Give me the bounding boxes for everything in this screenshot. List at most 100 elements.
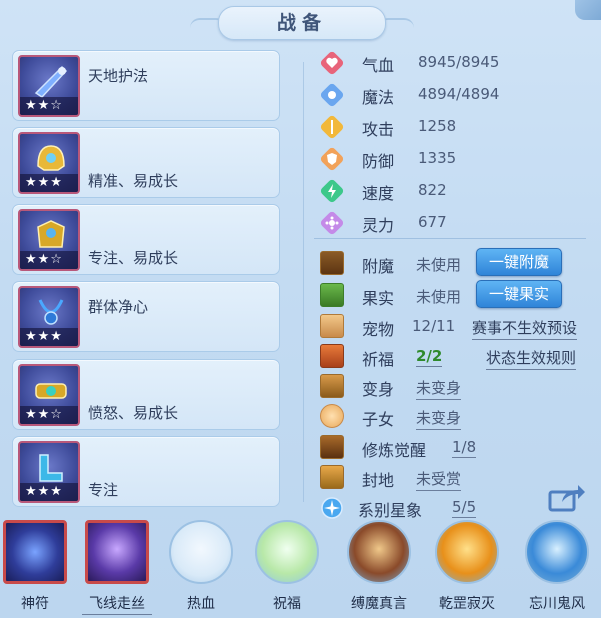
stat-defense-value: 1335 (418, 149, 457, 167)
skill-1[interactable]: 神符 (0, 520, 70, 616)
stat-mp-label: 魔法 (362, 88, 395, 107)
equipment-6-icon: ★★★ (18, 441, 80, 503)
bless-label: 祈福 (362, 350, 395, 369)
skill-6-label: 乾罡寂灭 (439, 596, 495, 612)
equipment-5-name: 愤怒、易成长 (88, 404, 179, 422)
equipment-5-icon: ★★☆ (18, 364, 80, 426)
equipment-3-name: 专注、易成长 (88, 249, 179, 267)
child-value[interactable]: 未变身 (416, 407, 462, 430)
equipment-card-4[interactable]: ★★★ 群体净心 (12, 281, 280, 352)
skill-annihilation-icon (435, 520, 499, 584)
skill-rune-icon (3, 520, 67, 584)
equipment-6-name: 专注 (88, 481, 119, 499)
skill-4[interactable]: 祝福 (252, 520, 322, 616)
one-click-fruit-button[interactable]: 一键果实 (476, 280, 562, 308)
stat-hp-value: 8945/8945 (418, 53, 500, 71)
skill-3[interactable]: 热血 (166, 520, 236, 616)
title-banner: 战备 (190, 6, 414, 40)
child-label: 子女 (362, 410, 395, 429)
defense-icon (320, 147, 344, 171)
equipment-2-icon: ★★★ (18, 132, 80, 194)
constellation-value[interactable]: 5/5 (452, 498, 477, 518)
equipment-2-stars: ★★★ (20, 174, 78, 192)
bless-value[interactable]: 2/2 (416, 347, 443, 367)
enchant-label: 附魔 (362, 257, 395, 276)
skill-1-label: 神符 (21, 596, 49, 612)
stat-defense-label: 防御 (362, 152, 395, 171)
transform-label: 变身 (362, 380, 395, 399)
equipment-1-stars: ★★☆ (20, 97, 78, 115)
equipment-4-name: 群体净心 (88, 298, 149, 316)
constellation-icon (321, 497, 343, 519)
skill-passion-icon (169, 520, 233, 584)
sword-emblem-icon (34, 65, 68, 98)
skill-7[interactable]: 忘川鬼风 (522, 520, 592, 616)
stat-speed-value: 822 (418, 181, 447, 199)
child-icon (320, 404, 344, 428)
skill-2[interactable]: 飞线走丝 (82, 520, 152, 616)
fief-icon (320, 465, 344, 489)
bless-icon (320, 344, 344, 368)
transform-icon (320, 374, 344, 398)
cultivate-label: 修炼觉醒 (362, 441, 427, 460)
equipment-card-2[interactable]: ★★★ 精准、易成长 (12, 127, 280, 198)
stats-divider (314, 238, 586, 239)
skill-6[interactable]: 乾罡寂灭 (432, 520, 502, 616)
pet-value: 12/11 (412, 317, 456, 335)
cultivate-icon (320, 435, 344, 459)
skill-7-label: 忘川鬼风 (529, 596, 585, 612)
stat-attack-label: 攻击 (362, 120, 395, 139)
equipment-card-5[interactable]: ★★☆ 愤怒、易成长 (12, 359, 280, 430)
fruit-icon (320, 283, 344, 307)
equipment-2-name: 精准、易成长 (88, 172, 179, 190)
fief-label: 封地 (362, 471, 395, 490)
equipment-5-stars: ★★☆ (20, 406, 78, 424)
equipment-4-icon: ★★★ (18, 286, 80, 348)
fief-value[interactable]: 未受赏 (416, 468, 462, 491)
equipment-card-3[interactable]: ★★☆ 专注、易成长 (12, 204, 280, 275)
enchant-icon (320, 251, 344, 275)
necklace-icon (38, 299, 64, 325)
status-rules-link[interactable]: 状态生效规则 (486, 347, 577, 370)
stat-spirit-value: 677 (418, 213, 447, 231)
equipment-3-icon: ★★☆ (18, 209, 80, 271)
pet-icon (320, 314, 344, 338)
enchant-value: 未使用 (416, 256, 462, 274)
skill-2-label: 飞线走丝 (82, 593, 152, 615)
event-preset-link[interactable]: 赛事不生效预设 (472, 317, 578, 340)
skill-4-label: 祝福 (273, 596, 301, 612)
skill-blessing-icon (255, 520, 319, 584)
equipment-3-stars: ★★☆ (20, 251, 78, 269)
stat-speed-label: 速度 (362, 184, 395, 203)
transform-value[interactable]: 未变身 (416, 377, 462, 400)
equipment-card-1[interactable]: ★★☆ 天地护法 (12, 50, 280, 121)
armor-icon (37, 220, 65, 248)
stat-spirit-label: 灵力 (362, 216, 395, 235)
corner-decoration (575, 0, 601, 20)
equipment-card-6[interactable]: ★★★ 专注 (12, 436, 280, 507)
skill-5[interactable]: 缚魔真言 (344, 520, 414, 616)
equipment-4-stars: ★★★ (20, 328, 78, 346)
panel-divider (303, 62, 304, 502)
boots-icon (39, 454, 63, 482)
heart-icon (320, 51, 344, 75)
belt-icon (35, 383, 67, 399)
one-click-enchant-button[interactable]: 一键附魔 (476, 248, 562, 276)
equipment-6-stars: ★★★ (20, 483, 78, 501)
constellation-label: 系别星象 (358, 501, 423, 520)
attack-icon (320, 115, 344, 139)
spirit-icon (320, 211, 344, 235)
speed-icon (320, 179, 344, 203)
share-icon[interactable] (548, 482, 586, 512)
equipment-1-icon: ★★☆ (18, 55, 80, 117)
skill-ghost-wind-icon (525, 520, 589, 584)
stat-mp-value: 4894/4894 (418, 85, 500, 103)
equipment-1-name: 天地护法 (88, 67, 149, 85)
skill-demon-binding-icon (347, 520, 411, 584)
cultivate-value[interactable]: 1/8 (452, 438, 477, 458)
stat-hp-label: 气血 (362, 56, 395, 75)
stat-attack-value: 1258 (418, 117, 457, 135)
fruit-label: 果实 (362, 289, 395, 308)
skill-3-label: 热血 (187, 596, 215, 612)
skill-silk-icon (85, 520, 149, 584)
